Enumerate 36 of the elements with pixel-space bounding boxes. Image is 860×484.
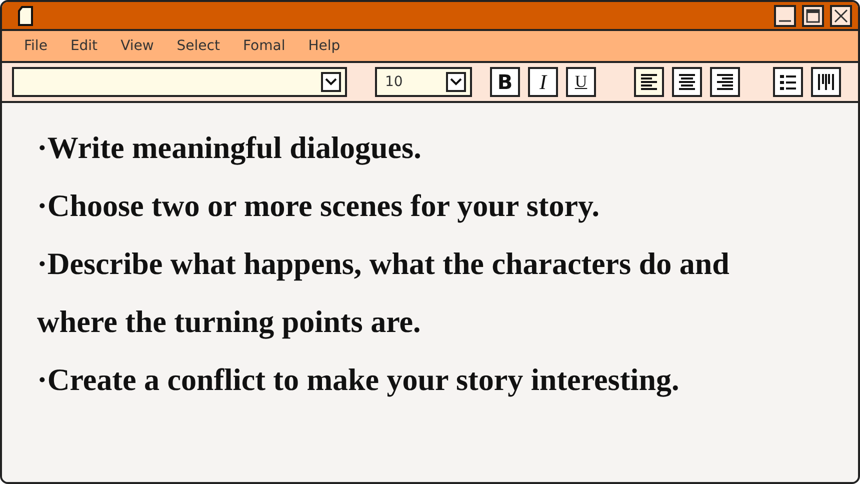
list-button[interactable] [773, 67, 803, 97]
bullet-text: ·Describe what happens, what the characters do and where the turning points are. [37, 245, 730, 341]
menu-item[interactable]: View [120, 38, 154, 54]
list-icon [778, 72, 798, 92]
align-center-icon [677, 72, 697, 92]
menu-item[interactable]: Help [308, 38, 340, 54]
columns-button[interactable] [811, 67, 841, 97]
dropdown-button[interactable] [446, 72, 466, 92]
menu-item[interactable]: File [24, 38, 48, 54]
minimize-icon [779, 20, 791, 22]
align-center-button[interactable] [672, 67, 702, 97]
close-button[interactable] [830, 4, 852, 26]
bullet-text: ·Create a conflict to make your story interesting. [37, 361, 680, 399]
minimize-button[interactable] [774, 4, 796, 26]
document-icon [18, 6, 34, 26]
align-left-button[interactable] [634, 67, 664, 97]
menu-item[interactable]: Fomal [243, 38, 286, 54]
maximize-icon [806, 8, 820, 22]
menu-item[interactable]: Edit [70, 38, 98, 54]
bullet-text: ·Choose two or more scenes for your story. [37, 187, 601, 225]
maximize-button[interactable] [802, 4, 824, 26]
columns-icon [816, 72, 836, 92]
align-right-icon [715, 72, 735, 92]
bullet-text: ·Write meaningful dialogues. [37, 129, 422, 167]
bold-button[interactable]: B [490, 67, 520, 97]
font-size-field[interactable]: 10 [375, 67, 472, 97]
dropdown-button[interactable] [321, 72, 341, 92]
italic-button[interactable]: I [528, 67, 558, 97]
font-field[interactable] [12, 67, 347, 97]
chevron-down-icon [325, 78, 337, 86]
align-right-button[interactable] [710, 67, 740, 97]
menu-item[interactable]: Select [176, 38, 220, 54]
chevron-down-icon [450, 78, 462, 86]
align-left-icon [639, 72, 659, 92]
underline-button[interactable]: U [566, 67, 596, 97]
close-icon [834, 8, 848, 22]
